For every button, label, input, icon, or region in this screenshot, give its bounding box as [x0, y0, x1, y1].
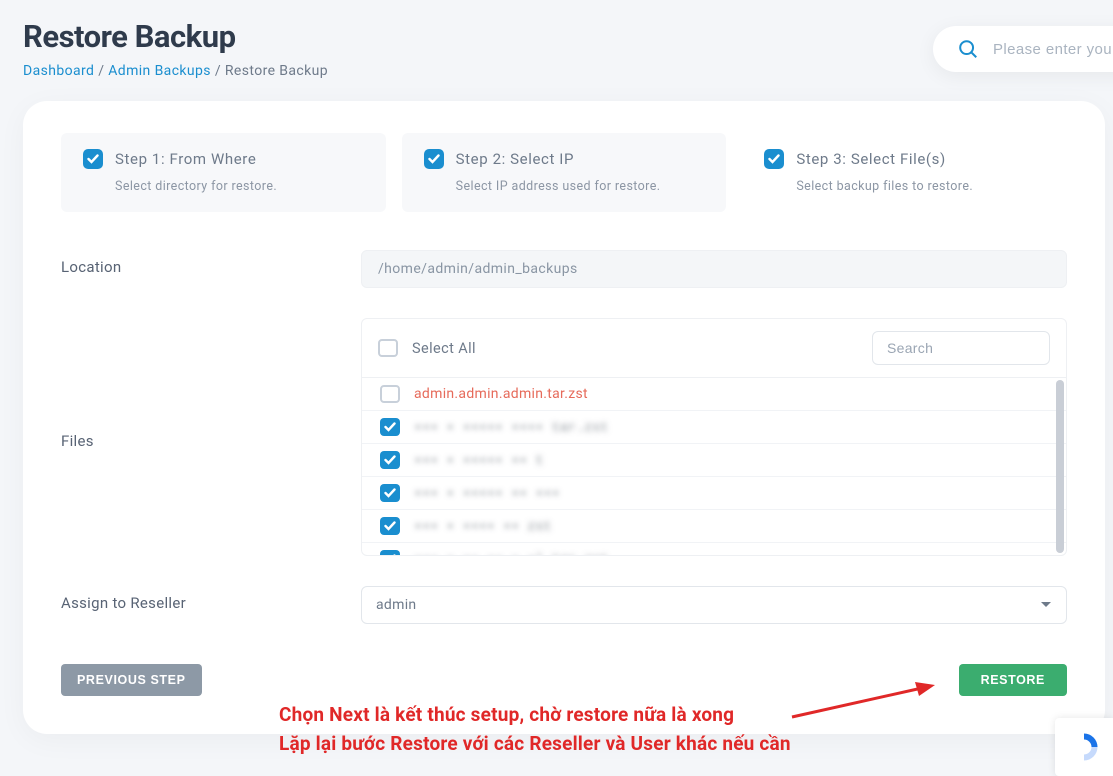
step-1[interactable]: Step 1: From WhereSelect directory for r…: [61, 133, 386, 212]
file-name: ▪▪▪ ▪ ▪▪▪▪▪ ▪▪▪▪ tar.zst: [414, 420, 608, 435]
step-3[interactable]: Step 3: Select File(s)Select backup file…: [742, 133, 1067, 212]
file-row[interactable]: ▪▪▪ ▪ ▪▪▪▪ ▪▪ zst: [362, 510, 1066, 543]
file-checkbox[interactable]: [380, 550, 400, 555]
file-checkbox[interactable]: [380, 517, 400, 535]
file-row[interactable]: ▪▪▪ ▪ ▪▪ ▪▪ ▪ ▪l.tar.zst: [362, 543, 1066, 555]
check-icon: [83, 149, 103, 169]
select-all-checkbox[interactable]: [378, 339, 398, 357]
location-value: /home/admin/admin_backups: [361, 250, 1067, 288]
file-checkbox[interactable]: [380, 451, 400, 469]
chevron-down-icon: [1040, 601, 1052, 609]
file-name: ▪▪▪ ▪ ▪▪ ▪▪ ▪ ▪l.tar.zst: [414, 552, 608, 556]
file-name: ▪▪▪ ▪ ▪▪▪▪ ▪▪ zst: [414, 519, 552, 534]
file-row[interactable]: ▪▪▪ ▪ ▪▪▪▪▪ ▪▪▪▪ tar.zst: [362, 411, 1066, 444]
global-search-input[interactable]: [993, 41, 1113, 58]
select-all-label: Select All: [412, 340, 476, 357]
breadcrumb: Dashboard / Admin Backups / Restore Back…: [23, 63, 328, 79]
step-2[interactable]: Step 2: Select IPSelect IP address used …: [402, 133, 727, 212]
location-label: Location: [61, 250, 361, 276]
search-icon: [957, 38, 979, 60]
recaptcha-badge[interactable]: [1055, 718, 1113, 776]
files-label: Files: [61, 424, 361, 450]
files-list[interactable]: admin.admin.admin.tar.zst ▪▪▪ ▪ ▪▪▪▪▪ ▪▪▪…: [362, 377, 1066, 555]
assign-label: Assign to Reseller: [61, 586, 361, 612]
file-checkbox[interactable]: [380, 418, 400, 436]
assign-reseller-select[interactable]: admin: [361, 586, 1067, 624]
files-box: Select All admin.admin.admin.tar.zst ▪▪▪ …: [361, 318, 1067, 556]
check-icon: [764, 149, 784, 169]
files-search-input[interactable]: [872, 331, 1050, 365]
instruction-note: Chọn Next là kết thúc setup, chờ restore…: [279, 700, 791, 759]
file-checkbox[interactable]: [380, 385, 400, 403]
file-name: admin.admin.admin.tar.zst: [414, 386, 588, 402]
file-row[interactable]: ▪▪▪ ▪ ▪▪▪▪▪ ▪▪ ▪▪▪: [362, 477, 1066, 510]
breadcrumb-admin-backups[interactable]: Admin Backups: [108, 63, 211, 79]
file-name: ▪▪▪ ▪ ▪▪▪▪▪ ▪▪ ▪▪▪: [414, 486, 560, 501]
page-title: Restore Backup: [23, 18, 328, 55]
check-icon: [424, 149, 444, 169]
previous-step-button[interactable]: PREVIOUS STEP: [61, 664, 202, 696]
arrow-annotation: [787, 682, 937, 722]
file-row[interactable]: ▪▪▪ ▪ ▪▪▪▪▪ ▪▪ t: [362, 444, 1066, 477]
assign-value: admin: [376, 597, 416, 613]
restore-button[interactable]: RESTORE: [959, 664, 1067, 696]
breadcrumb-current: Restore Backup: [225, 63, 328, 79]
global-search[interactable]: [933, 26, 1113, 72]
recaptcha-icon: [1066, 729, 1102, 765]
file-row[interactable]: admin.admin.admin.tar.zst: [362, 378, 1066, 411]
file-name: ▪▪▪ ▪ ▪▪▪▪▪ ▪▪ t: [414, 453, 544, 468]
main-panel: Step 1: From WhereSelect directory for r…: [23, 101, 1105, 734]
file-checkbox[interactable]: [380, 484, 400, 502]
breadcrumb-dashboard[interactable]: Dashboard: [23, 63, 94, 79]
